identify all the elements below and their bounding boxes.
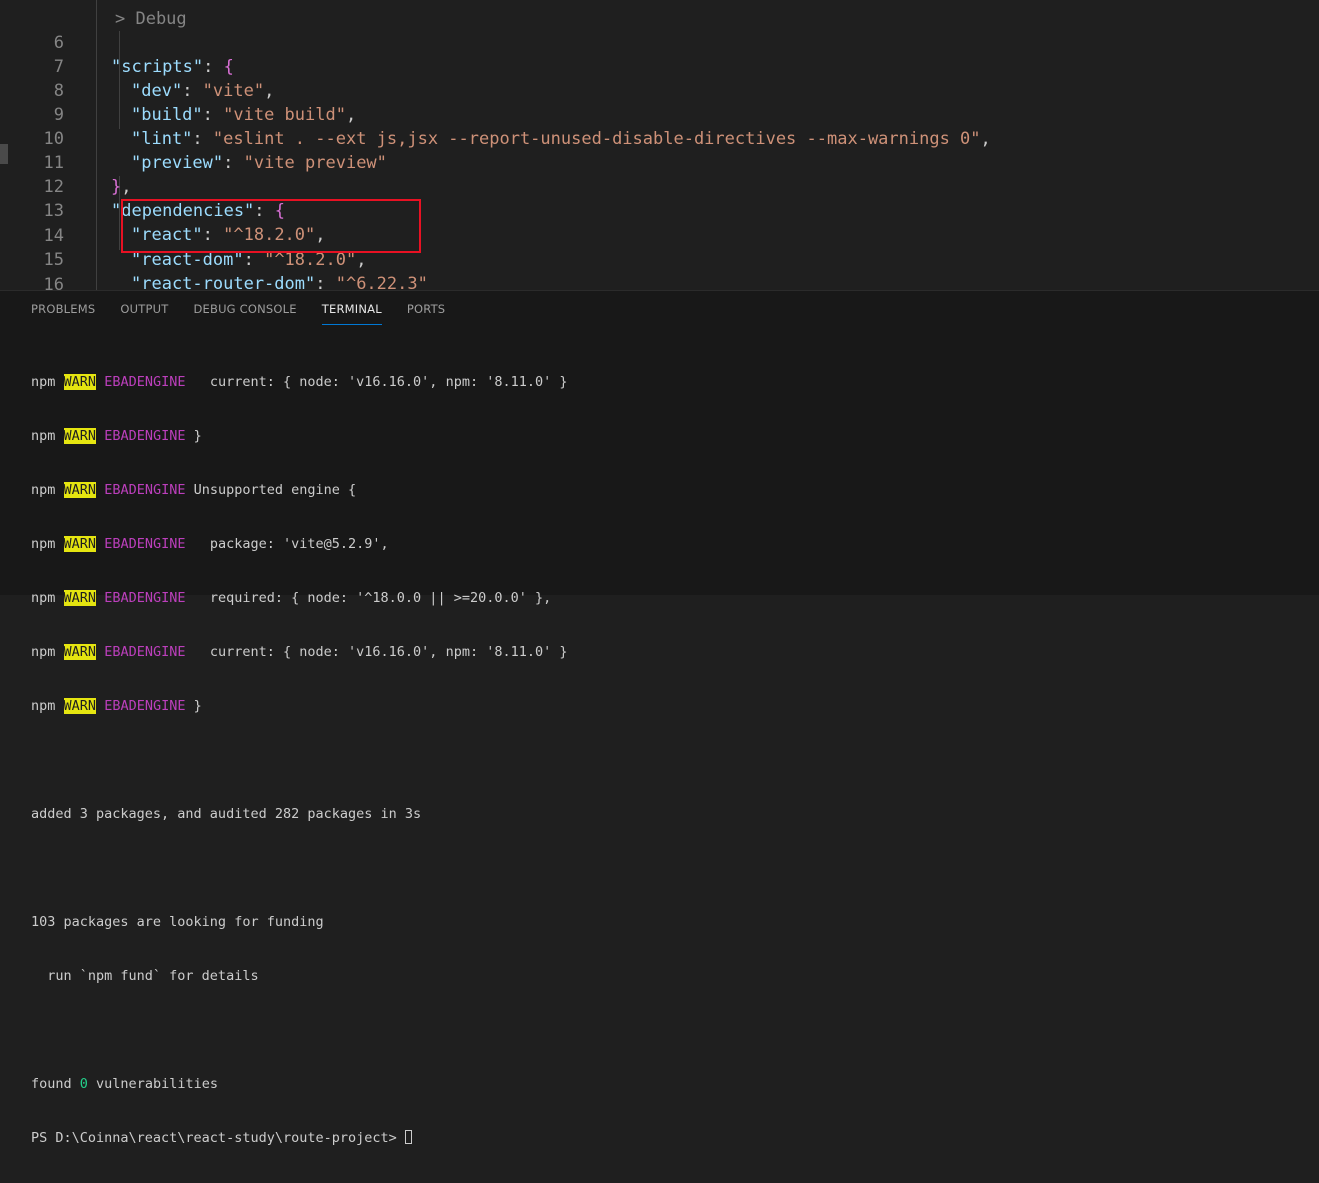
terminal-prompt[interactable]: PS D:\Coinna\react\react-study\route-pro… — [31, 1129, 1301, 1147]
terminal-output[interactable]: npm WARN EBADENGINE current: { node: 'v1… — [31, 337, 1301, 1183]
code-line: 13 "react": "^18.2.0", — [0, 175, 1300, 245]
code-line-partial: > Debug — [0, 0, 1300, 29]
terminal-line: 103 packages are looking for funding — [31, 914, 324, 930]
terminal-line: npm WARN EBADENGINE } — [31, 428, 202, 444]
panel-tabs: PROBLEMS OUTPUT DEBUG CONSOLE TERMINAL P… — [31, 291, 470, 325]
terminal-line: added 3 packages, and audited 282 packag… — [31, 806, 422, 822]
code-line: 17 "devDependencies": { — [0, 273, 1300, 290]
tab-terminal[interactable]: TERMINAL — [321, 291, 382, 325]
code-line: 11 }, — [0, 127, 1300, 197]
terminal-line: npm WARN EBADENGINE current: { node: 'v1… — [31, 374, 568, 390]
code-line: 10 "preview": "vite preview" — [0, 103, 1300, 173]
terminal-line: npm WARN EBADENGINE Unsupported engine { — [31, 482, 357, 498]
code-editor[interactable]: > Debug 6 "scripts": { 7 "dev": "vite", … — [0, 0, 1319, 290]
tab-output[interactable]: OUTPUT — [120, 291, 168, 325]
terminal-line: found 0 vulnerabilities — [31, 1076, 218, 1092]
code-line: 12 "dependencies": { — [0, 151, 1300, 221]
terminal-line: npm WARN EBADENGINE } — [31, 698, 202, 714]
terminal-line: npm WARN EBADENGINE required: { node: '^… — [31, 590, 552, 606]
terminal-blank — [31, 1021, 1301, 1039]
tab-debug-console[interactable]: DEBUG CONSOLE — [193, 291, 296, 325]
terminal-line: run `npm fund` for details — [31, 968, 259, 984]
bottom-panel: PROBLEMS OUTPUT DEBUG CONSOLE TERMINAL P… — [0, 290, 1319, 1146]
tab-problems[interactable]: PROBLEMS — [31, 291, 95, 325]
terminal-line: npm WARN EBADENGINE package: 'vite@5.2.9… — [31, 536, 389, 552]
terminal-blank — [31, 751, 1301, 769]
code-line: 7 "dev": "vite", — [0, 31, 1300, 101]
tab-ports[interactable]: PORTS — [407, 291, 445, 325]
terminal-cursor — [404, 1130, 412, 1144]
code-line: 9 "lint": "eslint . --ext js,jsx --repor… — [0, 79, 1300, 149]
highlight-annotation-box — [121, 199, 421, 253]
code-line: 8 "build": "vite build", — [0, 55, 1300, 125]
terminal-line: npm WARN EBADENGINE current: { node: 'v1… — [31, 644, 568, 660]
code-line: 6 "scripts": { — [0, 7, 1300, 77]
terminal-blank — [31, 859, 1301, 877]
